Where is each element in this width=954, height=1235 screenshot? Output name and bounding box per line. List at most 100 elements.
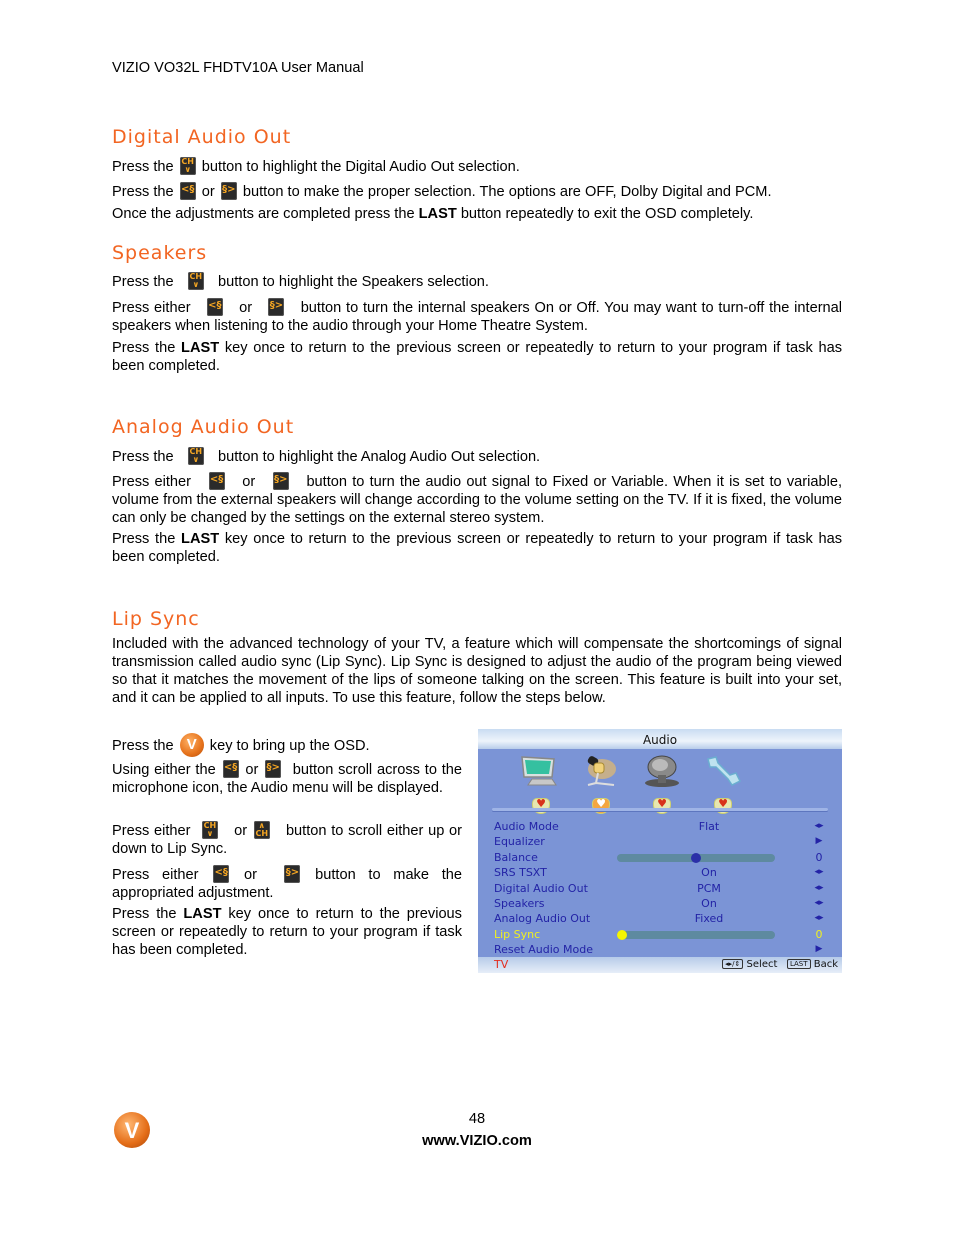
wrench-settings-icon	[707, 756, 742, 786]
osd-menu-item-audio-mode[interactable]: Audio Mode Flat ◂▸	[494, 819, 826, 834]
text: button to highlight the Digital Audio Ou…	[201, 159, 520, 175]
osd-item-label: Audio Mode	[494, 820, 559, 833]
osd-menu-item-lip-sync[interactable]: Lip Sync 0	[494, 927, 826, 942]
text: Press the	[112, 184, 174, 200]
text: Press either	[112, 300, 191, 316]
text: Press the	[112, 531, 176, 547]
left-right-arrows-icon: ◂▸	[814, 913, 824, 924]
osd-item-label: Lip Sync	[494, 927, 541, 941]
text: Press the	[112, 159, 174, 175]
satellite-dish-icon	[645, 755, 679, 787]
osd-menu-item-equalizer[interactable]: Equalizer ▶	[494, 834, 826, 849]
back-hint: Back	[813, 959, 838, 970]
text: key once to return to the previous scree…	[112, 340, 842, 374]
channel-down-button-icon	[179, 157, 196, 175]
lip-sync-intro: Included with the advanced technology of…	[112, 636, 842, 706]
osd-slider-knob[interactable]	[691, 852, 701, 863]
submenu-arrow-icon: ▶	[815, 836, 823, 847]
osd-divider	[492, 808, 828, 811]
osd-menu-item-analog-audio-out[interactable]: Analog Audio Out Fixed ◂▸	[494, 911, 826, 926]
step-2: Using either the or button scroll across…	[112, 760, 462, 797]
website-link[interactable]: www.VIZIO.com	[0, 1133, 954, 1149]
osd-item-label: SRS TSXT	[494, 866, 547, 880]
page-header: VIZIO VO32L FHDTV10A User Manual	[112, 60, 364, 76]
osd-slider-track[interactable]	[617, 929, 775, 940]
volume-left-button-icon	[206, 298, 223, 316]
osd-item-value: On	[701, 866, 717, 880]
osd-item-value: PCM	[697, 881, 721, 895]
osd-audio-menu-screenshot: Audio Audio Mode Flat ◂▸ Equalizer ▶ Balance	[478, 729, 842, 973]
paragraph: Press the button to highlight the Analog…	[112, 447, 842, 466]
submenu-arrow-icon: ▶	[815, 944, 823, 955]
text: Press the	[112, 340, 176, 356]
osd-item-numeric-value: 0	[815, 850, 823, 864]
osd-footer: TV ◂▸/⇕ Select LAST Back	[478, 957, 842, 973]
paragraph: Press either or button to turn the inter…	[112, 298, 842, 335]
text: or	[245, 762, 259, 778]
text: button to highlight the Analog Audio Out…	[218, 449, 541, 465]
paragraph: Press the or button to make the proper s…	[112, 182, 842, 201]
osd-item-value: Fixed	[694, 912, 724, 926]
text: Press the	[112, 449, 174, 465]
left-right-arrows-icon: ◂▸	[814, 821, 824, 831]
volume-left-button-icon	[222, 760, 239, 778]
step-5: Press the LAST key once to return to the…	[112, 905, 462, 959]
paragraph: Press the button to highlight the Digita…	[112, 157, 842, 176]
text: key once to return to the previous scree…	[112, 531, 842, 565]
last-key-label: LAST	[181, 531, 220, 547]
text: Press the	[112, 738, 174, 754]
text: Press the	[112, 274, 174, 290]
tv-picture-icon	[521, 756, 557, 786]
text: Press the	[112, 906, 177, 922]
osd-item-label: Digital Audio Out	[494, 881, 588, 895]
volume-right-button-icon	[268, 298, 285, 316]
text: Using either the	[112, 762, 216, 778]
text: button repeatedly to exit the OSD comple…	[460, 206, 754, 222]
left-right-arrows-icon: ◂▸	[814, 897, 824, 908]
text: Press either	[112, 823, 191, 839]
step-3: Press either or button to scroll either …	[112, 821, 462, 858]
section-heading-analog-audio-out: Analog Audio Out	[112, 416, 295, 438]
page-number: 48	[468, 1111, 486, 1127]
step-1: Press the key to bring up the OSD.	[112, 733, 462, 757]
volume-left-button-icon	[208, 472, 225, 490]
text: or	[239, 300, 253, 316]
volume-right-button-icon	[284, 865, 301, 883]
text: or	[243, 867, 257, 883]
volume-right-button-icon	[265, 760, 282, 778]
volume-left-button-icon	[179, 182, 196, 200]
osd-category-tabs	[478, 797, 842, 817]
select-hint: Select	[746, 959, 778, 970]
paragraph: Press the LAST key once to return to the…	[112, 339, 842, 375]
last-key-label: LAST	[418, 206, 457, 222]
osd-item-label: Analog Audio Out	[494, 912, 591, 926]
osd-menu-item-digital-audio-out[interactable]: Digital Audio Out PCM ◂▸	[494, 881, 826, 896]
osd-menu-list: Audio Mode Flat ◂▸ Equalizer ▶ Balance 0 SRS TS…	[494, 819, 826, 958]
osd-footer-hints: ◂▸/⇕ Select LAST Back	[722, 957, 838, 973]
osd-slider-knob[interactable]	[617, 929, 627, 940]
text: or	[201, 184, 215, 200]
section-heading-speakers: Speakers	[112, 242, 208, 264]
volume-left-button-icon	[213, 865, 230, 883]
text: key to bring up the OSD.	[209, 738, 370, 754]
osd-item-label: Balance	[494, 850, 538, 864]
text: or	[242, 474, 256, 490]
paragraph: Press the LAST key once to return to the…	[112, 530, 842, 566]
last-key-label: LAST	[181, 340, 220, 356]
section-heading-digital-audio-out: Digital Audio Out	[112, 126, 292, 148]
paragraph: Press either or button to turn the audio…	[112, 472, 842, 527]
text: button to make the proper selection. The…	[242, 184, 772, 200]
channel-up-button-icon	[253, 821, 270, 839]
channel-down-button-icon	[187, 447, 204, 465]
osd-menu-item-reset-audio-mode[interactable]: Reset Audio Mode ▶	[494, 942, 826, 957]
osd-menu-item-speakers[interactable]: Speakers On ◂▸	[494, 896, 826, 911]
section-heading-lip-sync: Lip Sync	[112, 608, 200, 630]
channel-down-button-icon	[187, 272, 204, 290]
text: Press either	[112, 474, 192, 490]
osd-menu-item-srs-tsxt[interactable]: SRS TSXT On ◂▸	[494, 865, 826, 880]
last-key-icon: LAST	[786, 959, 811, 969]
vizio-menu-key-icon	[179, 733, 204, 757]
osd-slider-track[interactable]	[617, 852, 775, 863]
osd-menu-item-balance[interactable]: Balance 0	[494, 850, 826, 865]
osd-title: Audio	[478, 729, 842, 749]
